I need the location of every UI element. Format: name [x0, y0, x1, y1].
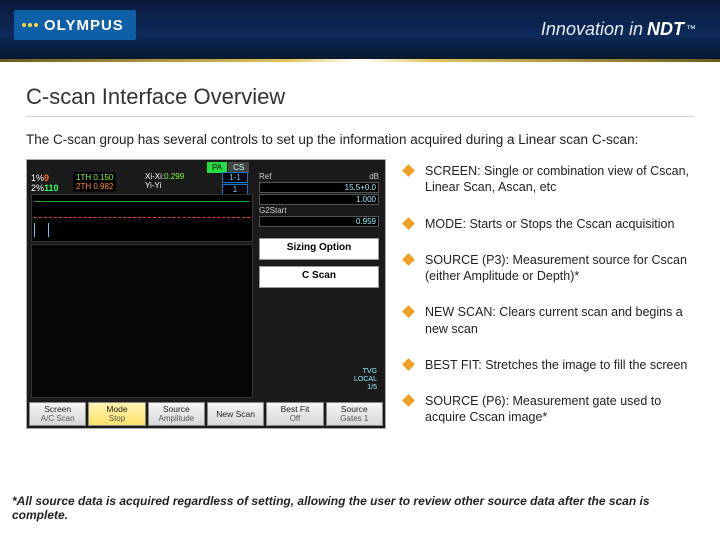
- th-readout: 1TH 0.150 2TH 0.982: [73, 172, 116, 192]
- device-screenshot: PA CS 1%9 2%110 1TH 0.150 2TH 0.982 Xi-X…: [26, 159, 386, 429]
- softkey-source-p3-sub: Amplitude: [149, 414, 204, 423]
- g2-label: 2%: [31, 183, 44, 193]
- bullet-text: NEW SCAN: Clears current scan and begins…: [425, 304, 694, 337]
- softkey-screen-title: Screen: [30, 405, 85, 414]
- ref-value-2[interactable]: 1.000: [259, 194, 379, 205]
- bullet-item: MODE: Starts or Stops the Cscan acquisit…: [404, 216, 694, 232]
- page-title: C-scan Interface Overview: [26, 84, 694, 110]
- slide-body: C-scan Interface Overview The C-scan gro…: [0, 62, 720, 446]
- ref-panel: Ref dB 15.5+0.0 1.000 G2Start 0.959: [259, 172, 379, 228]
- softkey-source-p6-sub: Gates 1: [327, 414, 382, 423]
- content-row: PA CS 1%9 2%110 1TH 0.150 2TH 0.982 Xi-X…: [26, 159, 694, 446]
- bullet-item: SOURCE (P3): Measurement source for Csca…: [404, 252, 694, 285]
- bullet-text: BEST FIT: Stretches the image to fill th…: [425, 357, 687, 373]
- bullet-text: SCREEN: Single or combination view of Cs…: [425, 163, 694, 196]
- intro-text: The C-scan group has several controls to…: [26, 131, 686, 149]
- diamond-icon: [402, 394, 415, 407]
- ref-db-label: dB: [369, 172, 379, 181]
- xi-label: Xi-Xi:: [145, 172, 164, 181]
- th2-value: 2TH 0.982: [76, 182, 113, 191]
- waveform-icon: [34, 223, 49, 237]
- tagline-tm: ™: [686, 24, 696, 35]
- tvg-readout: TVG LOCAL 1/5: [354, 368, 377, 392]
- diamond-icon: [402, 306, 415, 319]
- tagline: Innovation in NDT ™: [541, 0, 696, 59]
- softkey-source-p3-title: Source: [149, 405, 204, 414]
- g1-value: 9: [44, 173, 49, 183]
- ref-value-1[interactable]: 15.5+0.0: [259, 182, 379, 193]
- ascan-graph: [31, 194, 253, 242]
- xi-readout: Xi-Xi:0.299 Yi-Yi: [145, 172, 184, 190]
- diamond-icon: [402, 253, 415, 266]
- diamond-icon: [402, 217, 415, 230]
- logo-dots-icon: [22, 23, 38, 27]
- g2start-label: G2Start: [259, 206, 287, 215]
- sizing-option-button[interactable]: Sizing Option: [259, 238, 379, 260]
- softkey-source-p3[interactable]: SourceAmplitude: [148, 402, 205, 426]
- gate-percent-readout: 1%9 2%110: [31, 173, 59, 193]
- xi-value: 0.299: [164, 172, 184, 181]
- bullet-text: SOURCE (P3): Measurement source for Csca…: [425, 252, 694, 285]
- tagline-strong: NDT: [647, 19, 684, 40]
- cscan-button[interactable]: C Scan: [259, 266, 379, 288]
- g1-label: 1%: [31, 173, 44, 183]
- softkey-mode-title: Mode: [89, 405, 144, 414]
- diamond-icon: [402, 164, 415, 177]
- softkey-row: ScreenA/C Scan ModeStop SourceAmplitude …: [29, 402, 383, 426]
- bullet-list: SCREEN: Single or combination view of Cs…: [404, 159, 694, 446]
- g2start-value[interactable]: 0.959: [259, 216, 379, 227]
- softkey-screen[interactable]: ScreenA/C Scan: [29, 402, 86, 426]
- softkey-best-fit[interactable]: Best FitOff: [266, 402, 323, 426]
- cscan-image-area: [31, 244, 253, 398]
- tvg-label: TVG: [363, 368, 377, 375]
- tvg-index: 1/5: [367, 384, 377, 391]
- brand-logo: OLYMPUS: [14, 10, 136, 40]
- tagline-prefix: Innovation in: [541, 19, 643, 40]
- softkey-mode-sub: Stop: [89, 414, 144, 423]
- softkey-new-scan[interactable]: New Scan: [207, 402, 264, 426]
- bullet-item: SCREEN: Single or combination view of Cs…: [404, 163, 694, 196]
- softkey-best-fit-title: Best Fit: [267, 405, 322, 414]
- gate-line-icon: [34, 217, 250, 218]
- footnote: *All source data is acquired regardless …: [12, 494, 708, 522]
- ref-label: Ref: [259, 172, 271, 181]
- bullet-item: NEW SCAN: Clears current scan and begins…: [404, 304, 694, 337]
- top-banner: OLYMPUS Innovation in NDT ™: [0, 0, 720, 62]
- softkey-mode[interactable]: ModeStop: [88, 402, 145, 426]
- th1-value: 1TH 0.150: [76, 173, 113, 182]
- diamond-icon: [402, 358, 415, 371]
- title-rule: [26, 116, 694, 117]
- softkey-best-fit-sub: Off: [267, 414, 322, 423]
- bullet-text: SOURCE (P6): Measurement gate used to ac…: [425, 393, 694, 426]
- box-1[interactable]: 1-1: [222, 172, 248, 183]
- softkey-screen-sub: A/C Scan: [30, 414, 85, 423]
- tvg-mode: LOCAL: [354, 376, 377, 383]
- softkey-source-p6[interactable]: SourceGates 1: [326, 402, 383, 426]
- softkey-source-p6-title: Source: [327, 405, 382, 414]
- brand-name: OLYMPUS: [44, 17, 124, 34]
- bullet-text: MODE: Starts or Stops the Cscan acquisit…: [425, 216, 674, 232]
- bullet-item: BEST FIT: Stretches the image to fill th…: [404, 357, 694, 373]
- softkey-new-scan-title: New Scan: [208, 410, 263, 419]
- yi-label: Yi-Yi: [145, 181, 161, 190]
- bullet-item: SOURCE (P6): Measurement gate used to ac…: [404, 393, 694, 426]
- g2-value: 110: [44, 183, 59, 193]
